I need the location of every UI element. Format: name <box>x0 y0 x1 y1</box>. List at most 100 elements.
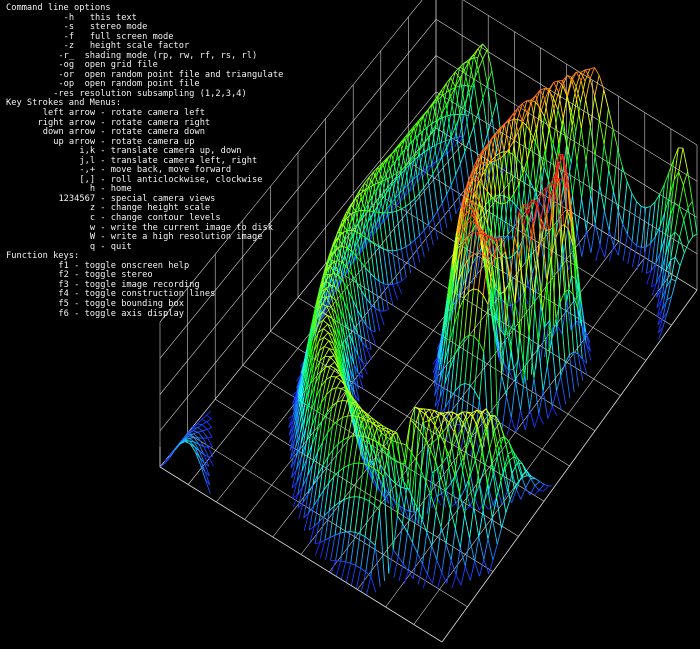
surface-mesh-line <box>529 485 536 496</box>
surface-mesh-line <box>496 480 502 499</box>
surface-mesh-line <box>530 102 536 133</box>
surface-mesh-line <box>560 363 566 376</box>
surface-mesh-line <box>688 236 694 244</box>
surface-mesh-line <box>551 390 557 407</box>
surface-mesh-line <box>474 438 481 454</box>
surface-mesh-line <box>508 113 514 120</box>
surface-mesh-line <box>464 139 470 153</box>
surface-mesh-line <box>401 246 407 250</box>
surface-mesh-line <box>336 380 342 388</box>
surface-mesh-line <box>426 532 433 547</box>
surface-mesh-line <box>446 482 452 490</box>
surface-mesh-line <box>486 485 493 519</box>
surface-mesh-line <box>324 346 330 349</box>
surface-mesh-line <box>482 59 488 85</box>
surface-mesh-line <box>330 365 336 370</box>
surface-mesh-line <box>202 428 208 432</box>
surface-mesh-line <box>330 368 336 377</box>
surface-mesh-line <box>534 481 541 486</box>
surface-mesh-line <box>174 443 181 451</box>
floor-grid-line <box>380 195 647 361</box>
surface-mesh-line <box>427 574 433 584</box>
surface-mesh-line <box>350 565 357 586</box>
surface-mesh-line <box>345 531 351 562</box>
surface-mesh-line <box>419 230 425 236</box>
surface-mesh-line <box>482 294 489 305</box>
surface-mesh-line <box>524 409 531 430</box>
help-description: translate camera up, down <box>110 146 242 157</box>
surface-mesh-line <box>478 341 485 353</box>
help-description: change height scale <box>110 203 211 214</box>
help-description: resolution subsampling (1,2,3,4) <box>79 88 247 99</box>
surface-mesh-line <box>409 198 416 204</box>
surface-mesh-line <box>201 419 207 423</box>
surface-mesh-line <box>348 463 354 466</box>
surface-mesh-line <box>410 243 416 268</box>
surface-mesh-line <box>525 487 531 496</box>
surface-mesh-line <box>472 232 478 234</box>
surface-mesh-line <box>468 288 474 336</box>
surface-mesh-line <box>612 191 619 210</box>
help-separator: - <box>95 203 111 214</box>
surface-mesh-line <box>436 559 443 573</box>
surface-mesh-line <box>207 446 213 448</box>
surface-mesh-line <box>335 560 342 577</box>
help-key: f6 <box>58 308 69 319</box>
surface-mesh-line <box>599 185 605 211</box>
surface-mesh-line <box>451 574 457 589</box>
surface-mesh-line <box>360 571 367 592</box>
help-description: move back, move forward <box>110 165 232 176</box>
surface-mesh-line <box>519 259 525 293</box>
surface-mesh-line <box>488 559 494 574</box>
surface-mesh-line <box>678 185 684 207</box>
surface-mesh-line <box>585 194 592 231</box>
surface-mesh-line <box>621 166 628 182</box>
surface-mesh-line <box>474 341 480 391</box>
surface-mesh-line <box>387 450 394 550</box>
help-key: [,] <box>79 174 96 185</box>
surface-mesh-line <box>422 563 428 575</box>
surface-mesh-line <box>360 536 366 569</box>
surface-mesh-line <box>559 178 564 180</box>
surface-mesh-line <box>678 148 684 172</box>
surface-mesh-line <box>538 413 545 425</box>
surface-mesh-line <box>396 208 402 212</box>
surface-mesh-line <box>435 475 441 512</box>
surface-mesh-line <box>401 276 407 282</box>
surface-mesh-line <box>340 531 346 562</box>
surface-mesh-line <box>421 518 428 533</box>
surface-mesh-line <box>671 280 677 297</box>
surface-mesh-line <box>444 458 451 492</box>
surface-mesh-line <box>374 308 381 331</box>
surface-mesh-line <box>590 223 596 253</box>
surface-mesh-line <box>495 257 501 259</box>
surface-mesh-line <box>473 288 479 291</box>
surface-mesh-line <box>391 173 397 177</box>
surface-mesh-line <box>405 202 411 207</box>
surface-mesh-line <box>370 545 376 577</box>
surface-mesh-line <box>339 531 346 534</box>
surface-mesh-line <box>207 447 214 457</box>
help-separator <box>74 60 84 70</box>
help-separator: - <box>95 222 111 233</box>
surface-mesh-line <box>441 572 448 584</box>
surface-mesh-line <box>197 423 203 426</box>
help-description: write the current image to disk <box>110 222 273 233</box>
help-separator: - <box>95 174 111 185</box>
surface-mesh-line <box>206 410 212 416</box>
help-line: f6 - toggle axis display <box>6 308 283 320</box>
help-description: roll anticlockwise, clockwise <box>110 174 263 185</box>
surface-mesh-line <box>459 514 466 548</box>
surface-mesh-line <box>441 194 448 204</box>
surface-mesh-line <box>459 382 465 386</box>
surface-mesh-line <box>349 531 356 533</box>
surface-mesh-line <box>374 545 381 587</box>
surface-mesh-line <box>533 489 540 496</box>
surface-mesh-line <box>455 126 461 164</box>
surface-mesh-line <box>431 545 438 560</box>
surface-mesh-line <box>674 236 681 258</box>
surface-mesh-line <box>473 290 479 337</box>
help-description: rotate camera left <box>110 108 205 119</box>
application-canvas[interactable]: Command line options -h this text -s stere… <box>0 0 700 649</box>
help-separator <box>74 51 84 61</box>
